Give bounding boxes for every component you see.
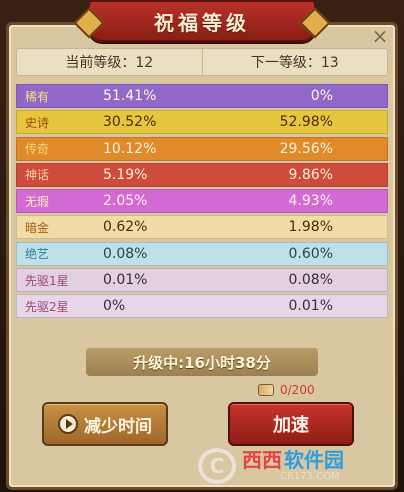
- speed-up-label: 加速: [273, 415, 309, 436]
- rarity-name: 神话: [25, 168, 50, 183]
- current-chance: 0.08%: [103, 245, 148, 262]
- reduce-time-button[interactable]: 减少时间: [42, 402, 168, 446]
- counter-value: 0/200: [280, 383, 315, 397]
- scroll-icon: [258, 384, 274, 396]
- current-chance: 0.01%: [103, 272, 148, 289]
- probability-table: 稀有 51.41% 0% 史诗 30.52% 52.98% 传奇 10.12% …: [16, 84, 388, 321]
- rarity-name: 先驱2星: [25, 299, 69, 314]
- rarity-name: 无瑕: [25, 194, 50, 209]
- rarity-name: 传奇: [25, 142, 50, 157]
- panel-title: 祝福等级: [154, 10, 250, 35]
- current-chance: 0%: [103, 298, 126, 315]
- current-chance: 5.19%: [103, 166, 148, 183]
- play-icon: [58, 414, 78, 434]
- table-row: 无瑕 2.05% 4.93%: [16, 189, 388, 214]
- close-icon[interactable]: ×: [370, 26, 390, 46]
- item-counter: 0/200: [258, 380, 315, 400]
- title-banner: 祝福等级: [88, 0, 316, 42]
- next-chance: 0.08%: [288, 272, 333, 289]
- table-row: 稀有 51.41% 0%: [16, 84, 388, 108]
- next-chance: 52.98%: [279, 114, 333, 131]
- next-level-label: 下一等级：13: [202, 48, 388, 76]
- watermark-text: 西西 软件园 CR173.COM: [242, 450, 344, 482]
- reduce-time-label: 减少时间: [84, 416, 152, 437]
- next-chance: 0.01%: [288, 298, 333, 315]
- watermark-url: CR173.COM: [280, 471, 340, 482]
- level-header: 当前等级：12 下一等级：13: [16, 48, 388, 76]
- speed-up-button[interactable]: 加速: [228, 402, 354, 446]
- table-row: 神话 5.19% 9.86%: [16, 162, 388, 187]
- watermark-soft: 软件园: [284, 448, 344, 472]
- next-chance: 0.60%: [288, 245, 333, 262]
- current-chance: 10.12%: [103, 140, 157, 157]
- watermark: C 西西 软件园 CR173.COM: [198, 446, 394, 486]
- watermark-west: 西西: [242, 448, 282, 472]
- rarity-name: 先驱1星: [25, 273, 69, 288]
- table-row: 先驱2星 0% 0.01%: [16, 294, 388, 319]
- rarity-name: 稀有: [25, 89, 50, 104]
- watermark-logo-icon: C: [198, 448, 236, 484]
- table-row: 史诗 30.52% 52.98%: [16, 110, 388, 135]
- next-chance: 4.93%: [288, 193, 333, 210]
- next-chance: 9.86%: [288, 166, 333, 183]
- table-row: 传奇 10.12% 29.56%: [16, 136, 388, 161]
- next-chance: 1.98%: [288, 219, 333, 236]
- current-chance: 0.62%: [103, 219, 148, 236]
- table-row: 绝艺 0.08% 0.60%: [16, 241, 388, 266]
- rarity-name: 暗金: [25, 220, 50, 235]
- current-level-label: 当前等级：12: [16, 48, 203, 76]
- current-chance: 51.41%: [103, 88, 157, 104]
- upgrade-timer-text: 升级中:16小时38分: [133, 353, 271, 372]
- current-chance: 30.52%: [103, 114, 157, 131]
- rarity-name: 史诗: [25, 115, 50, 130]
- table-row: 暗金 0.62% 1.98%: [16, 215, 388, 240]
- next-chance: 29.56%: [279, 140, 333, 157]
- table-row: 先驱1星 0.01% 0.08%: [16, 268, 388, 293]
- rarity-name: 绝艺: [25, 247, 50, 262]
- next-chance: 0%: [310, 88, 333, 104]
- current-chance: 2.05%: [103, 193, 148, 210]
- upgrade-status: 升级中:16小时38分: [86, 348, 318, 376]
